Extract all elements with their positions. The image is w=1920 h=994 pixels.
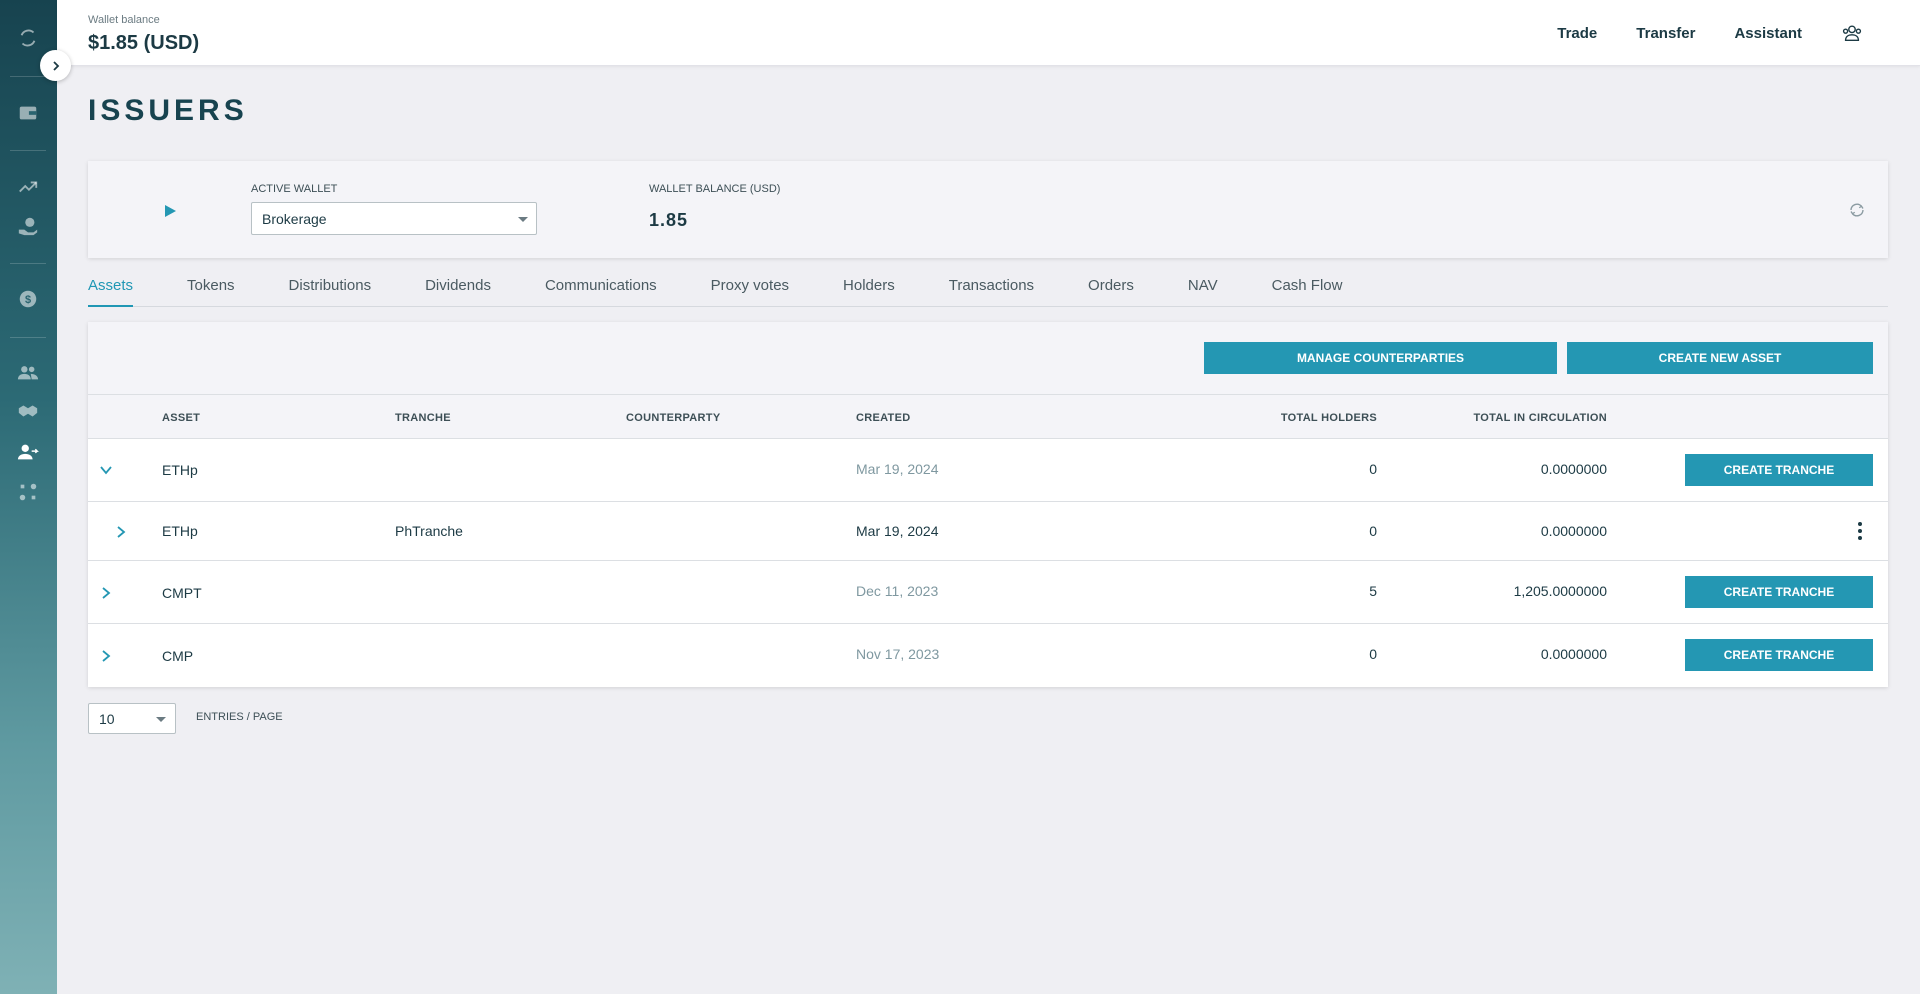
active-wallet-select[interactable]: Brokerage bbox=[251, 202, 537, 235]
tab-orders[interactable]: Orders bbox=[1088, 272, 1134, 307]
user-transfer-icon[interactable] bbox=[16, 440, 40, 464]
cell-total-in-circulation: 0.0000000 bbox=[1540, 646, 1607, 662]
cell-created: Nov 17, 2023 bbox=[856, 646, 940, 662]
chevron-down-icon[interactable] bbox=[99, 463, 113, 477]
tab-tokens[interactable]: Tokens bbox=[187, 272, 235, 307]
sidebar-expand-toggle[interactable] bbox=[40, 50, 71, 81]
wallet-balance-label: Wallet balance bbox=[88, 14, 160, 26]
chevron-right-icon[interactable] bbox=[114, 525, 128, 539]
dollar-coin-icon[interactable]: $ bbox=[16, 287, 40, 311]
page-size-select[interactable]: 10 bbox=[88, 703, 176, 734]
nodes-icon[interactable] bbox=[16, 480, 40, 504]
wallet-balance-value: $1.85 (USD) bbox=[88, 32, 200, 54]
page-size-value: 10 bbox=[99, 711, 115, 727]
chevron-right-icon[interactable] bbox=[99, 586, 113, 600]
handshake-icon[interactable] bbox=[16, 399, 40, 423]
sidebar: $ bbox=[0, 0, 57, 994]
create-tranche-button[interactable]: CREATE TRANCHE bbox=[1685, 639, 1873, 671]
tab-assets[interactable]: Assets bbox=[88, 272, 134, 307]
column-header-created[interactable]: CREATED bbox=[856, 412, 910, 424]
cell-created: Mar 19, 2024 bbox=[856, 523, 939, 539]
more-options-icon[interactable] bbox=[1858, 522, 1862, 540]
active-wallet-value: Brokerage bbox=[262, 211, 327, 227]
manage-counterparties-button[interactable]: MANAGE COUNTERPARTIES bbox=[1204, 342, 1557, 374]
svg-text:$: $ bbox=[25, 294, 31, 306]
user-group-icon[interactable] bbox=[1841, 21, 1865, 45]
cell-asset: ETHp bbox=[162, 462, 198, 478]
users-icon[interactable] bbox=[16, 361, 40, 385]
table-row[interactable]: ETHp Mar 19, 2024 0 0.0000000 CREATE TRA… bbox=[88, 439, 1888, 502]
create-new-asset-button[interactable]: CREATE NEW ASSET bbox=[1567, 342, 1873, 374]
sidebar-divider bbox=[10, 76, 46, 77]
play-icon[interactable] bbox=[163, 204, 177, 218]
sidebar-divider bbox=[10, 263, 46, 264]
tab-bar: Assets Tokens Distributions Dividends Co… bbox=[88, 272, 1888, 307]
hand-coin-icon[interactable] bbox=[16, 214, 40, 238]
cell-asset: CMPT bbox=[162, 585, 202, 601]
tab-transactions[interactable]: Transactions bbox=[949, 272, 1034, 307]
create-tranche-button[interactable]: CREATE TRANCHE bbox=[1685, 454, 1873, 486]
assets-table-card: MANAGE COUNTERPARTIES CREATE NEW ASSET A… bbox=[88, 322, 1888, 687]
entries-per-page-label: ENTRIES / PAGE bbox=[196, 711, 283, 723]
sidebar-divider bbox=[10, 337, 46, 338]
cell-total-in-circulation: 0.0000000 bbox=[1540, 523, 1607, 539]
table-row[interactable]: CMPT Dec 11, 2023 5 1,205.0000000 CREATE… bbox=[88, 561, 1888, 624]
active-wallet-label: ACTIVE WALLET bbox=[251, 183, 338, 195]
caret-down-icon bbox=[156, 717, 166, 722]
table-header-row: ASSET TRANCHE COUNTERPARTY CREATED TOTAL… bbox=[88, 395, 1888, 439]
tab-communications[interactable]: Communications bbox=[545, 272, 657, 307]
cell-asset: CMP bbox=[162, 648, 194, 664]
wallet-icon[interactable] bbox=[16, 101, 40, 125]
cell-created: Mar 19, 2024 bbox=[856, 461, 939, 477]
cell-total-in-circulation: 1,205.0000000 bbox=[1513, 583, 1607, 599]
sidebar-divider bbox=[10, 150, 46, 151]
column-header-asset[interactable]: ASSET bbox=[162, 412, 200, 424]
table-row[interactable]: CMP Nov 17, 2023 0 0.0000000 CREATE TRAN… bbox=[88, 624, 1888, 687]
table-toolbar: MANAGE COUNTERPARTIES CREATE NEW ASSET bbox=[88, 322, 1888, 395]
cell-tranche: PhTranche bbox=[395, 523, 463, 539]
cell-total-in-circulation: 0.0000000 bbox=[1540, 461, 1607, 477]
create-tranche-button[interactable]: CREATE TRANCHE bbox=[1685, 576, 1873, 608]
table-row[interactable]: ETHp PhTranche Mar 19, 2024 0 0.0000000 bbox=[88, 502, 1888, 561]
page-title: ISSUERS bbox=[88, 94, 248, 127]
tab-distributions[interactable]: Distributions bbox=[289, 272, 372, 307]
tab-proxy-votes[interactable]: Proxy votes bbox=[711, 272, 789, 307]
wallet-card: ACTIVE WALLET Brokerage WALLET BALANCE (… bbox=[88, 161, 1888, 258]
chevron-right-icon bbox=[52, 60, 59, 71]
tab-cash-flow[interactable]: Cash Flow bbox=[1272, 272, 1343, 307]
top-bar: Wallet balance $1.85 (USD) Trade Transfe… bbox=[57, 0, 1920, 66]
refresh-icon[interactable] bbox=[1848, 201, 1866, 219]
column-header-counterparty[interactable]: COUNTERPARTY bbox=[626, 412, 720, 424]
nav-trade[interactable]: Trade bbox=[1557, 25, 1597, 42]
caret-down-icon bbox=[518, 217, 528, 222]
tab-dividends[interactable]: Dividends bbox=[425, 272, 491, 307]
top-nav: Trade Transfer Assistant bbox=[1557, 0, 1920, 66]
tab-nav[interactable]: NAV bbox=[1188, 272, 1218, 307]
nav-assistant[interactable]: Assistant bbox=[1734, 25, 1802, 42]
wallet-balance-usd-value: 1.85 bbox=[649, 210, 689, 230]
column-header-total-in-circulation[interactable]: TOTAL IN CIRCULATION bbox=[1317, 412, 1607, 424]
column-header-tranche[interactable]: TRANCHE bbox=[395, 412, 451, 424]
wallet-balance-usd-label: WALLET BALANCE (USD) bbox=[649, 183, 781, 195]
cell-asset: ETHp bbox=[162, 523, 198, 539]
chevron-right-icon[interactable] bbox=[99, 649, 113, 663]
nav-transfer[interactable]: Transfer bbox=[1636, 25, 1695, 42]
cell-created: Dec 11, 2023 bbox=[856, 583, 939, 599]
logo-icon[interactable] bbox=[16, 26, 40, 50]
tab-holders[interactable]: Holders bbox=[843, 272, 895, 307]
trending-icon[interactable] bbox=[16, 175, 40, 199]
